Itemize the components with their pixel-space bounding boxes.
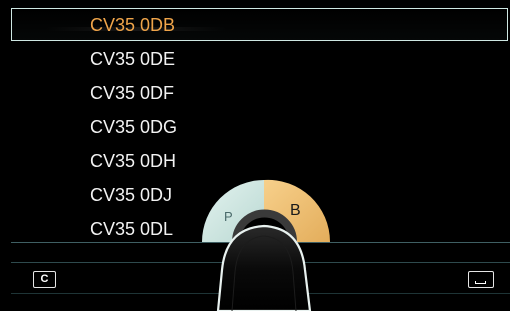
dial-label-left: P bbox=[224, 209, 233, 224]
postcode-selection-screen: CV35 0DB CV35 0DE CV35 0DF CV35 0DG CV35… bbox=[0, 0, 510, 311]
dial-label-right: B bbox=[290, 202, 301, 219]
rotary-controller[interactable] bbox=[0, 0, 510, 311]
